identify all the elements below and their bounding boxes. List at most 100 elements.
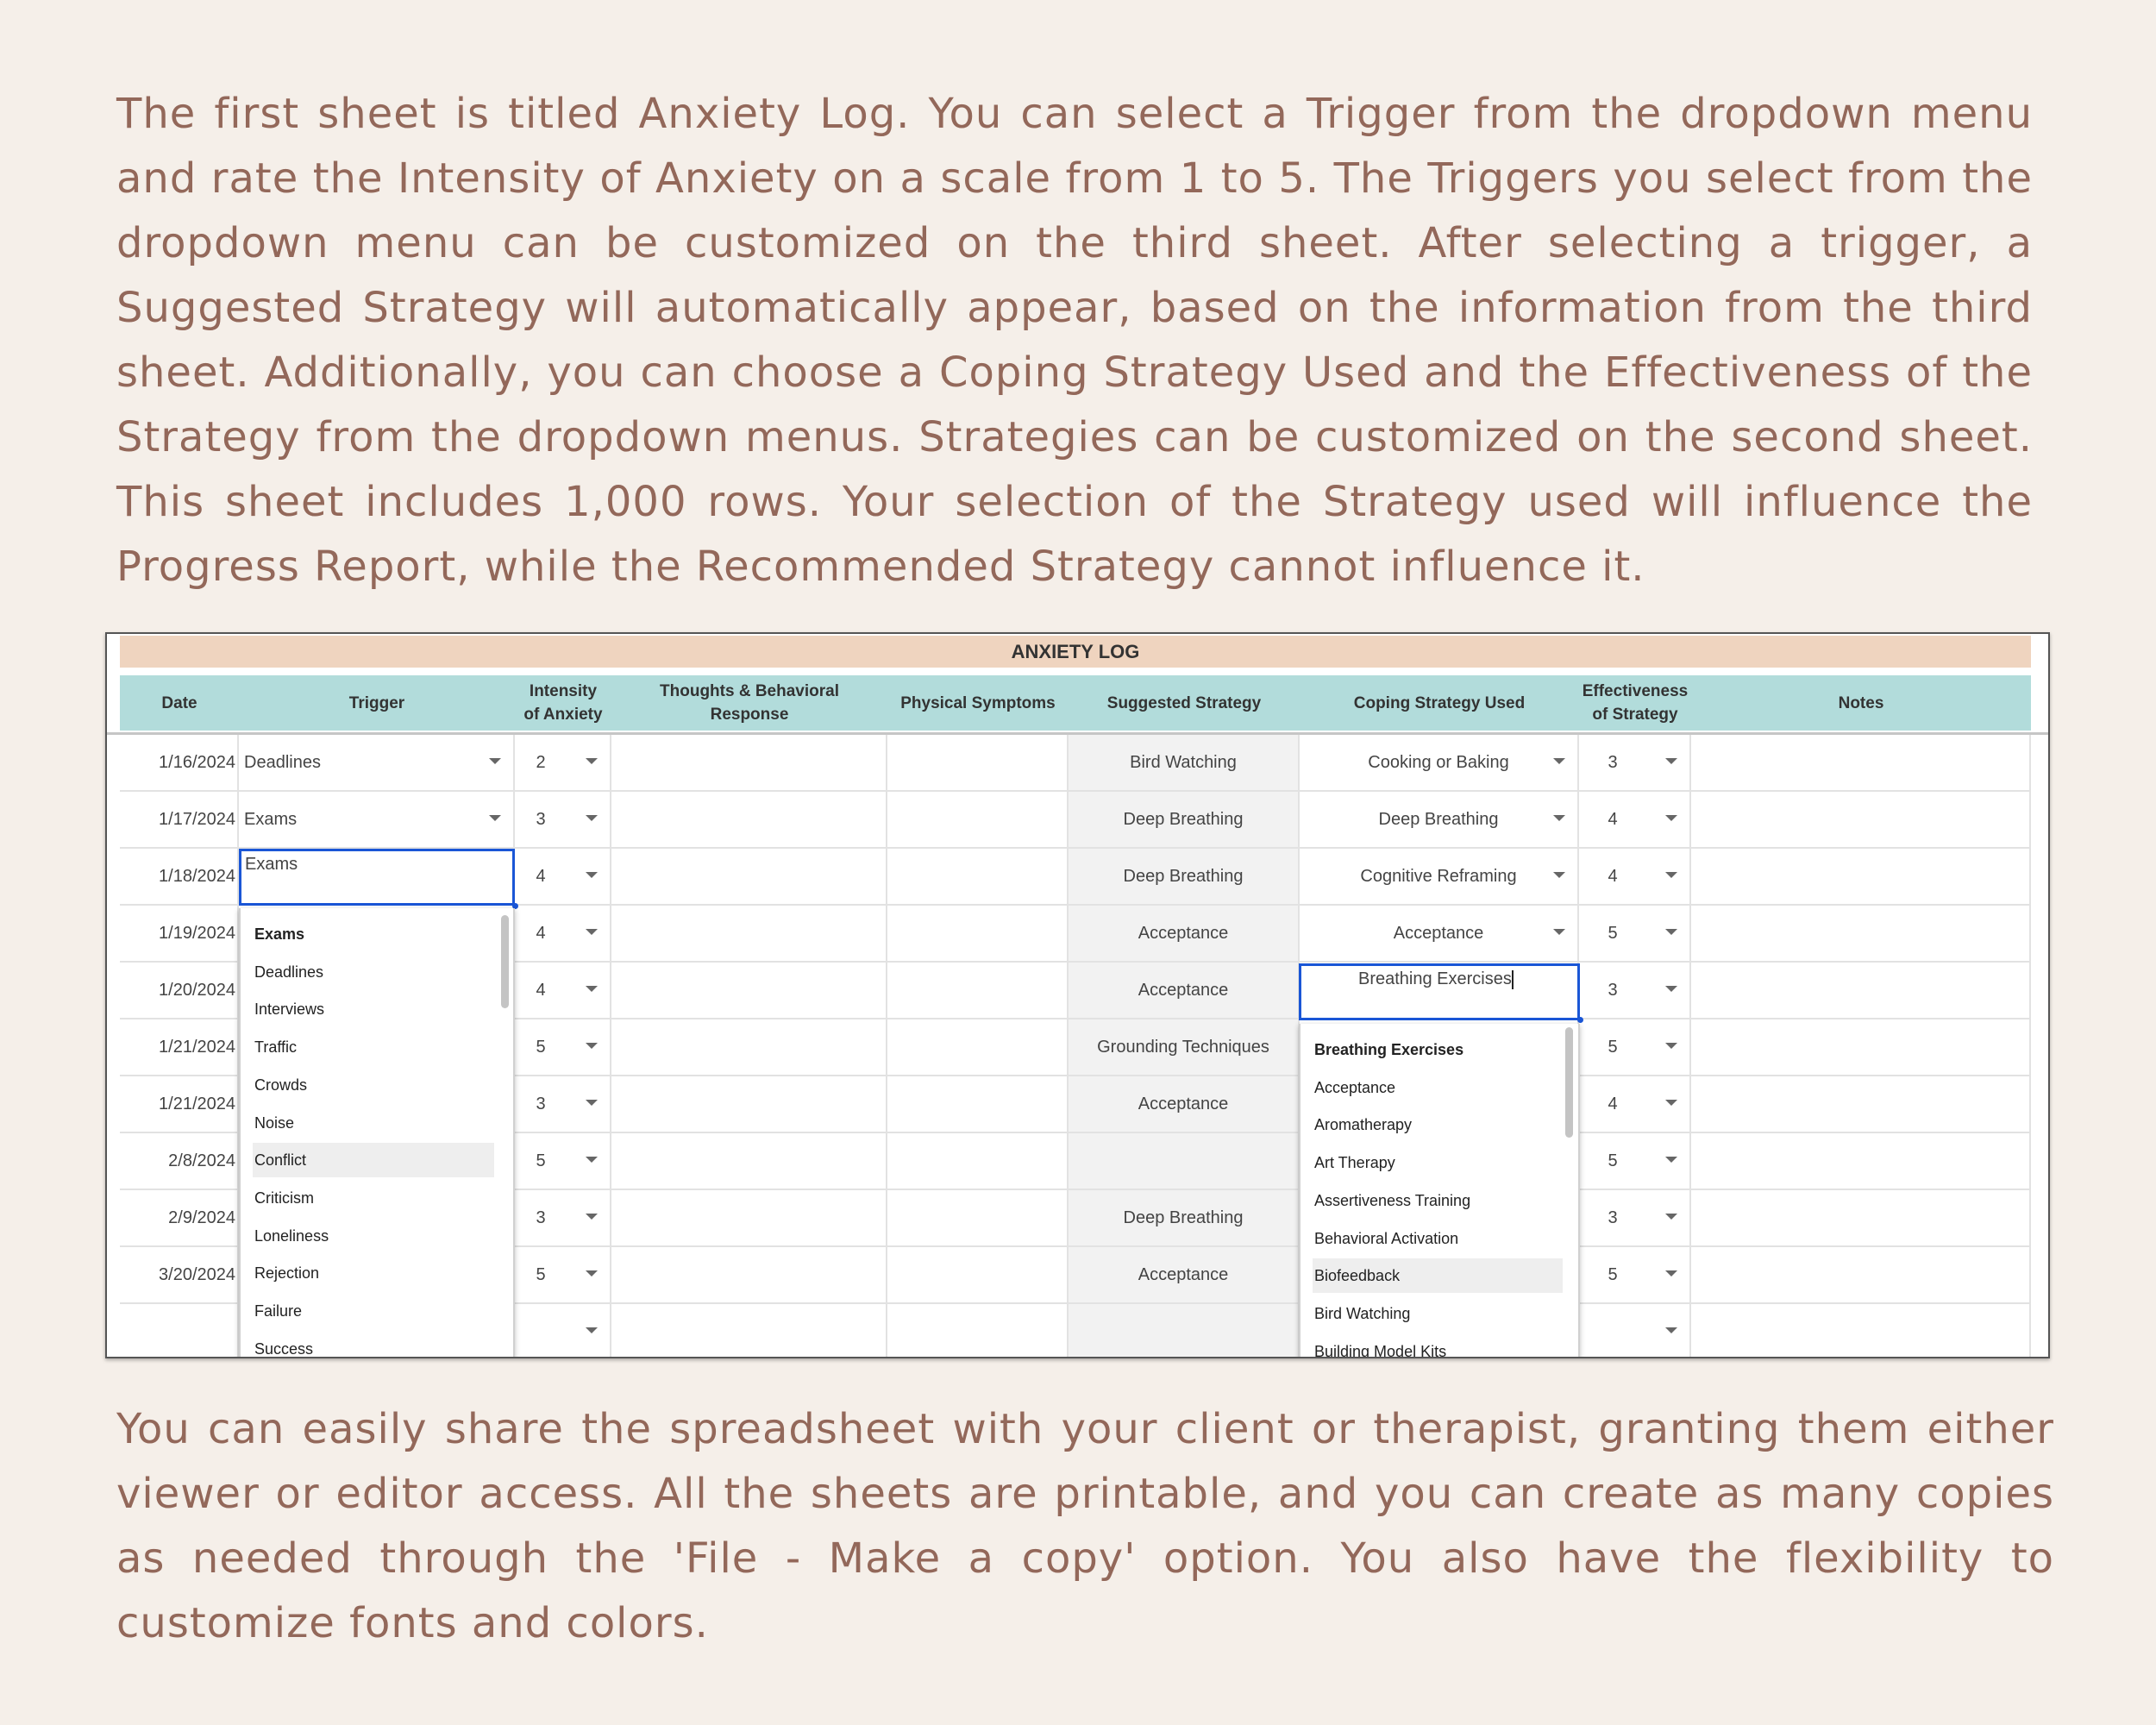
date-cell[interactable]: 1/16/2024 (120, 735, 239, 790)
dropdown-arrow-icon[interactable] (586, 872, 598, 878)
trigger-option[interactable]: Noise (253, 1106, 494, 1140)
suggested-cell[interactable]: Acceptance (1069, 1076, 1300, 1132)
notes-cell[interactable] (1691, 735, 2031, 790)
thoughts-cell[interactable] (611, 849, 887, 904)
intensity-cell[interactable]: 5 (515, 1247, 611, 1302)
suggested-cell[interactable]: Deep Breathing (1069, 849, 1300, 904)
notes-cell[interactable] (1691, 906, 2031, 961)
effectiveness-cell[interactable] (1579, 1304, 1691, 1357)
dropdown-arrow-icon[interactable] (586, 1327, 598, 1333)
suggested-cell[interactable]: Acceptance (1069, 1247, 1300, 1302)
trigger-dropdown-scrollbar[interactable] (501, 915, 509, 1008)
coping-cell[interactable]: Acceptance (1300, 906, 1579, 961)
effectiveness-cell[interactable]: 5 (1579, 1133, 1691, 1189)
dropdown-arrow-icon[interactable] (1665, 929, 1677, 935)
physical-cell[interactable] (887, 1019, 1069, 1075)
thoughts-cell[interactable] (611, 906, 887, 961)
dropdown-arrow-icon[interactable] (586, 815, 598, 821)
dropdown-arrow-icon[interactable] (1665, 872, 1677, 878)
dropdown-arrow-icon[interactable] (586, 1214, 598, 1220)
dropdown-arrow-icon[interactable] (586, 758, 598, 764)
selection-handle-2[interactable] (1577, 1017, 1583, 1023)
notes-cell[interactable] (1691, 1076, 2031, 1132)
notes-cell[interactable] (1691, 1133, 2031, 1189)
trigger-option[interactable]: Success (253, 1332, 494, 1357)
coping-cell-editor[interactable]: Breathing Exercises (1299, 963, 1580, 1020)
dropdown-arrow-icon[interactable] (586, 986, 598, 992)
coping-option[interactable]: Breathing Exercises (1313, 1032, 1563, 1067)
notes-cell[interactable] (1691, 1190, 2031, 1245)
physical-cell[interactable] (887, 735, 1069, 790)
effectiveness-cell[interactable]: 4 (1579, 1076, 1691, 1132)
date-cell[interactable]: 2/8/2024 (120, 1133, 239, 1189)
dropdown-arrow-icon[interactable] (1553, 815, 1565, 821)
intensity-cell[interactable]: 5 (515, 1019, 611, 1075)
coping-option[interactable]: Behavioral Activation (1313, 1221, 1563, 1256)
dropdown-arrow-icon[interactable] (1665, 815, 1677, 821)
date-cell[interactable]: 2/9/2024 (120, 1190, 239, 1245)
intensity-cell[interactable] (515, 1304, 611, 1357)
dropdown-arrow-icon[interactable] (1665, 1157, 1677, 1163)
thoughts-cell[interactable] (611, 1304, 887, 1357)
trigger-option[interactable]: Conflict (253, 1143, 494, 1178)
intensity-cell[interactable]: 5 (515, 1133, 611, 1189)
trigger-option[interactable]: Loneliness (253, 1219, 494, 1253)
coping-option[interactable]: Acceptance (1313, 1070, 1563, 1105)
physical-cell[interactable] (887, 963, 1069, 1018)
effectiveness-cell[interactable]: 3 (1579, 963, 1691, 1018)
dropdown-arrow-icon[interactable] (1665, 1043, 1677, 1049)
intensity-cell[interactable]: 3 (515, 792, 611, 847)
coping-option[interactable]: Bird Watching (1313, 1296, 1563, 1331)
trigger-option[interactable]: Failure (253, 1294, 494, 1328)
trigger-option[interactable]: Crowds (253, 1068, 494, 1102)
dropdown-arrow-icon[interactable] (1665, 758, 1677, 764)
coping-option[interactable]: Building Model Kits (1313, 1334, 1563, 1357)
effectiveness-cell[interactable]: 5 (1579, 1247, 1691, 1302)
trigger-option[interactable]: Rejection (253, 1256, 494, 1290)
intensity-cell[interactable]: 4 (515, 963, 611, 1018)
coping-cell[interactable]: Deep Breathing (1300, 792, 1579, 847)
physical-cell[interactable] (887, 1304, 1069, 1357)
dropdown-arrow-icon[interactable] (1665, 986, 1677, 992)
suggested-cell[interactable]: Bird Watching (1069, 735, 1300, 790)
physical-cell[interactable] (887, 1190, 1069, 1245)
date-cell[interactable]: 1/19/2024 (120, 906, 239, 961)
coping-dropdown-scrollbar[interactable] (1565, 1027, 1573, 1138)
date-cell[interactable]: 1/21/2024 (120, 1019, 239, 1075)
trigger-cell[interactable]: Exams (239, 792, 515, 847)
intensity-cell[interactable]: 4 (515, 906, 611, 961)
dropdown-arrow-icon[interactable] (586, 1157, 598, 1163)
dropdown-arrow-icon[interactable] (586, 1043, 598, 1049)
thoughts-cell[interactable] (611, 792, 887, 847)
effectiveness-cell[interactable]: 3 (1579, 1190, 1691, 1245)
dropdown-arrow-icon[interactable] (1553, 929, 1565, 935)
thoughts-cell[interactable] (611, 735, 887, 790)
suggested-cell[interactable]: Deep Breathing (1069, 792, 1300, 847)
date-cell[interactable]: 1/17/2024 (120, 792, 239, 847)
effectiveness-cell[interactable]: 3 (1579, 735, 1691, 790)
physical-cell[interactable] (887, 1076, 1069, 1132)
intensity-cell[interactable]: 3 (515, 1076, 611, 1132)
suggested-cell[interactable]: Acceptance (1069, 963, 1300, 1018)
notes-cell[interactable] (1691, 1019, 2031, 1075)
trigger-option[interactable]: Deadlines (253, 955, 494, 989)
trigger-option[interactable]: Exams (253, 917, 494, 951)
thoughts-cell[interactable] (611, 963, 887, 1018)
trigger-option[interactable]: Criticism (253, 1181, 494, 1215)
intensity-cell[interactable]: 4 (515, 849, 611, 904)
dropdown-arrow-icon[interactable] (586, 1270, 598, 1276)
notes-cell[interactable] (1691, 1247, 2031, 1302)
thoughts-cell[interactable] (611, 1190, 887, 1245)
thoughts-cell[interactable] (611, 1019, 887, 1075)
coping-option[interactable]: Aromatherapy (1313, 1107, 1563, 1142)
dropdown-arrow-icon[interactable] (1665, 1327, 1677, 1333)
notes-cell[interactable] (1691, 963, 2031, 1018)
effectiveness-cell[interactable]: 5 (1579, 1019, 1691, 1075)
thoughts-cell[interactable] (611, 1247, 887, 1302)
dropdown-arrow-icon[interactable] (1553, 758, 1565, 764)
trigger-cell[interactable]: Deadlines (239, 735, 515, 790)
coping-cell[interactable]: Cooking or Baking (1300, 735, 1579, 790)
notes-cell[interactable] (1691, 792, 2031, 847)
dropdown-arrow-icon[interactable] (586, 929, 598, 935)
suggested-cell[interactable]: Deep Breathing (1069, 1190, 1300, 1245)
